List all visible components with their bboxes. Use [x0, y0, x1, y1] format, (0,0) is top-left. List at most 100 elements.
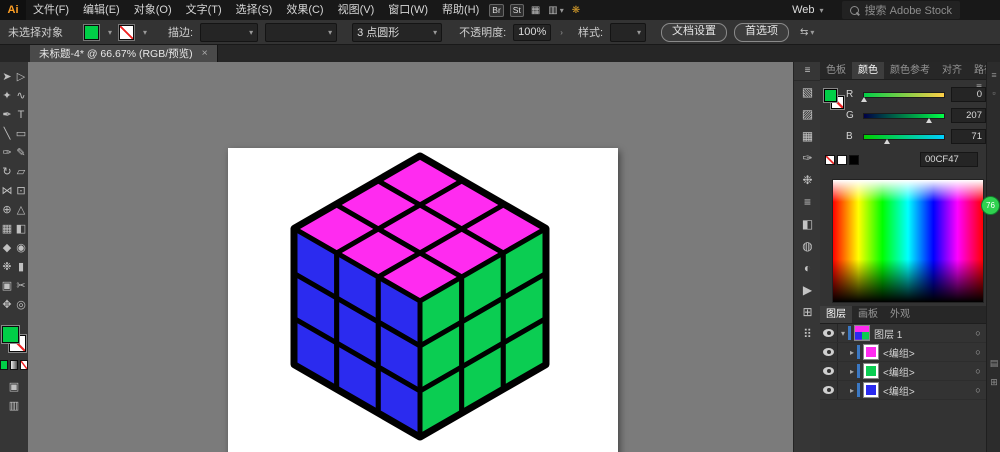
- expand-panels-icon[interactable]: ≡: [794, 62, 821, 81]
- eye-icon[interactable]: [823, 348, 834, 356]
- transparency-panel-icon[interactable]: ◍: [794, 235, 821, 257]
- visibility-cell[interactable]: [820, 381, 838, 399]
- menu-item-0[interactable]: 文件(F): [26, 0, 76, 20]
- none-swatch[interactable]: [825, 154, 835, 165]
- workspace-switcher[interactable]: Web ▾: [792, 4, 824, 16]
- gradient-tool[interactable]: ◧: [14, 219, 28, 238]
- actions-panel-icon[interactable]: ▶: [794, 279, 821, 301]
- channel-slider-R[interactable]: [861, 91, 946, 102]
- artboard[interactable]: [228, 148, 618, 452]
- black-swatch[interactable]: [849, 154, 859, 165]
- eye-icon[interactable]: [823, 367, 834, 375]
- menu-item-3[interactable]: 文字(T): [179, 0, 229, 20]
- symbol-sprayer-tool[interactable]: ❉: [0, 257, 14, 276]
- canvas-area[interactable]: [28, 62, 793, 452]
- column-graph-tool[interactable]: ▮: [14, 257, 28, 276]
- mesh-tool[interactable]: ▦: [0, 219, 14, 238]
- visibility-cell[interactable]: [820, 324, 838, 342]
- opacity-more-icon[interactable]: ›: [560, 28, 563, 37]
- hidden-panel-icon[interactable]: ▫: [987, 88, 1000, 98]
- visibility-cell[interactable]: [820, 343, 838, 361]
- none-button[interactable]: [20, 360, 28, 370]
- eyedropper-tool[interactable]: ◆: [0, 238, 14, 257]
- paintbrush-tool[interactable]: ✑: [0, 143, 14, 162]
- target-circle-icon[interactable]: ○: [970, 347, 986, 357]
- visibility-cell[interactable]: [820, 362, 838, 380]
- expand-caret-icon[interactable]: ▾: [838, 329, 848, 338]
- menu-item-8[interactable]: 帮助(H): [435, 0, 486, 20]
- target-circle-icon[interactable]: ○: [970, 366, 986, 376]
- expand-caret-icon[interactable]: ▸: [847, 386, 857, 395]
- layer-row[interactable]: ▸ <编组> ○: [820, 362, 986, 381]
- symbols-panel-icon[interactable]: ❉: [794, 169, 821, 191]
- stroke-caret-icon[interactable]: ▾: [143, 28, 147, 37]
- shape-builder-tool[interactable]: ⊕: [0, 200, 14, 219]
- white-swatch[interactable]: [837, 154, 847, 165]
- tab-颜色参考[interactable]: 颜色参考: [884, 62, 936, 79]
- expand-caret-icon[interactable]: ▸: [847, 367, 857, 376]
- tab-画板[interactable]: 画板: [852, 306, 884, 323]
- app-logo[interactable]: Ai: [0, 0, 26, 20]
- layer-thumbnail[interactable]: [863, 344, 879, 360]
- layer-thumbnail[interactable]: [863, 363, 879, 379]
- tab-色板[interactable]: 色板: [820, 62, 852, 79]
- color-badge[interactable]: 76: [981, 196, 1000, 215]
- menu-item-5[interactable]: 效果(C): [279, 0, 330, 20]
- pen-tool[interactable]: ✒: [0, 105, 14, 124]
- stroke-panel-icon[interactable]: ≡: [794, 191, 821, 213]
- close-tab-icon[interactable]: ×: [202, 47, 208, 59]
- slider-thumb-R[interactable]: [861, 96, 868, 102]
- free-transform-tool[interactable]: ⊡: [14, 181, 28, 200]
- screen-mode-icon[interactable]: ▥: [9, 399, 19, 412]
- stroke-weight-dropdown[interactable]: ▾: [200, 22, 259, 42]
- tab-图层[interactable]: 图层: [820, 306, 852, 323]
- direct-selection-tool[interactable]: ▷: [14, 67, 28, 86]
- color-guide-panel-icon[interactable]: ▨: [794, 103, 821, 125]
- dock-collapse-icon[interactable]: ≡: [987, 70, 1000, 80]
- layer-label[interactable]: 图层 1: [874, 326, 970, 341]
- slider-thumb-G[interactable]: [926, 117, 933, 123]
- fill-color-swatch[interactable]: [84, 24, 99, 40]
- slider-thumb-B[interactable]: [883, 138, 890, 144]
- zoom-tool[interactable]: ◎: [14, 295, 28, 314]
- layer-label[interactable]: <编组>: [883, 345, 970, 360]
- target-circle-icon[interactable]: ○: [970, 385, 986, 395]
- variable-width-dropdown[interactable]: ▾: [265, 22, 338, 42]
- rotate-tool[interactable]: ↻: [0, 162, 14, 181]
- channel-slider-B[interactable]: [863, 133, 946, 144]
- layer-thumbnail[interactable]: [863, 382, 879, 398]
- share-icon[interactable]: ❋: [572, 5, 580, 16]
- opacity-value[interactable]: 100%: [513, 23, 552, 41]
- menu-item-6[interactable]: 视图(V): [331, 0, 382, 20]
- hand-tool[interactable]: ✥: [0, 295, 14, 314]
- panel-fill-swatch[interactable]: [824, 89, 837, 102]
- fill-swatch[interactable]: [2, 326, 19, 343]
- document-setup-button[interactable]: 文档设置: [661, 22, 728, 42]
- brush-dropdown[interactable]: 3 点圆形 ▾: [352, 22, 443, 42]
- fill-caret-icon[interactable]: ▾: [108, 28, 112, 37]
- artboard-tool[interactable]: ▣: [0, 276, 14, 295]
- expand-caret-icon[interactable]: ▸: [847, 348, 857, 357]
- menu-item-1[interactable]: 编辑(E): [76, 0, 127, 20]
- channel-value-G[interactable]: 207: [951, 108, 986, 123]
- magic-wand-tool[interactable]: ✦: [0, 86, 14, 105]
- layer-row[interactable]: ▾ 图层 1 ○: [820, 324, 986, 343]
- swatches-panel-icon[interactable]: ▦: [794, 125, 821, 147]
- eye-icon[interactable]: [823, 386, 834, 394]
- drawing-mode-icon[interactable]: ▣: [9, 380, 19, 393]
- menu-item-2[interactable]: 对象(O): [127, 0, 179, 20]
- appearance-panel-icon[interactable]: ◐: [794, 257, 821, 279]
- brushes-panel-icon[interactable]: ✑: [794, 147, 821, 169]
- channel-value-B[interactable]: 71: [951, 129, 986, 144]
- layer-label[interactable]: <编组>: [883, 383, 970, 398]
- preferences-button[interactable]: 首选项: [734, 22, 790, 42]
- pencil-tool[interactable]: ✎: [14, 143, 28, 162]
- rectangle-tool[interactable]: ▭: [14, 124, 28, 143]
- eye-icon[interactable]: [823, 329, 834, 337]
- slice-tool[interactable]: ✂: [14, 276, 28, 295]
- channel-value-R[interactable]: 0: [951, 87, 986, 102]
- libraries-panel-icon[interactable]: ⠿: [794, 323, 821, 345]
- document-tab[interactable]: 未标题-4* @ 66.67% (RGB/预览) ×: [30, 44, 218, 62]
- bridge-badge[interactable]: Br: [489, 3, 504, 17]
- rubiks-cube-artwork[interactable]: [228, 148, 618, 452]
